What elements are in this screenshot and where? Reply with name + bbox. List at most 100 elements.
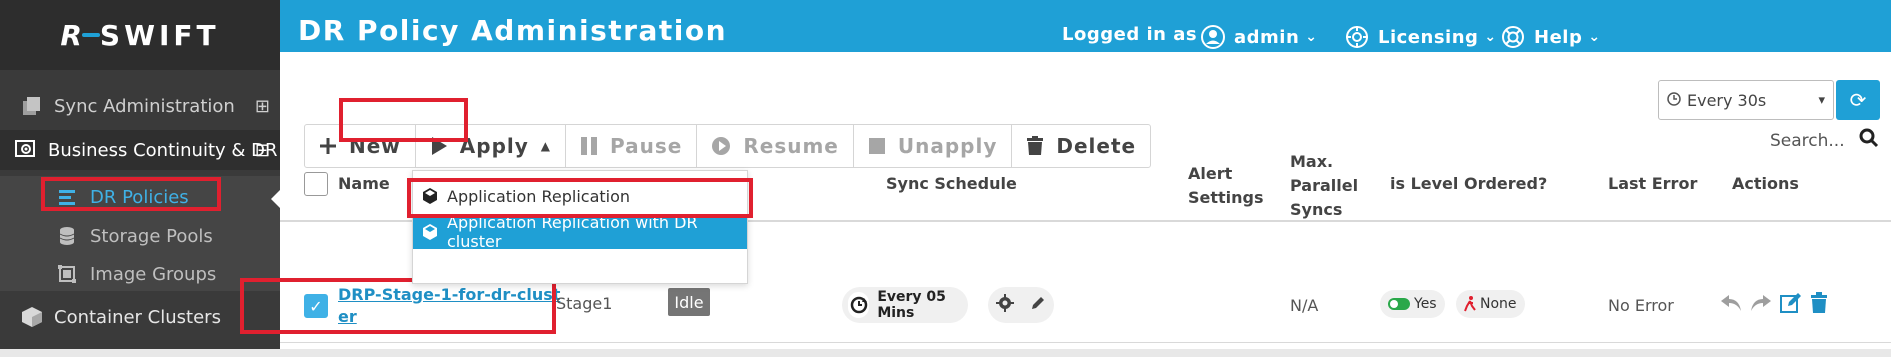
caret-up-icon: ▲ [540,139,552,153]
menu-item-label: Application Replication [447,186,631,206]
sidebar-item-container-clusters[interactable]: Container Clusters [0,297,280,337]
stop-icon [868,137,886,155]
menu-item-application-replication[interactable]: Application Replication [413,179,747,213]
status-badge: Idle [668,288,710,316]
header-line: Syncs [1290,200,1343,219]
database-icon [56,225,78,247]
refresh-interval-value: Every 30s [1687,90,1767,110]
new-label: New [349,134,401,158]
user-name: admin [1234,26,1300,48]
column-header-level-ordered[interactable]: is Level Ordered? [1390,172,1547,196]
policy-stage: Stage1 [556,294,613,313]
pause-button[interactable]: Pause [566,125,698,167]
app-logo-text: SWIFT [99,18,220,52]
sidebar: R SWIFT Sync Administration ⊞ Business C… [0,0,280,349]
header-line: Alert [1188,164,1233,183]
gear-icon[interactable] [996,294,1014,316]
sidebar-item-sync-administration[interactable]: Sync Administration ⊞ [0,86,280,126]
sidebar-item-label: Sync Administration [54,95,235,117]
column-header-last-error[interactable]: Last Error [1608,172,1697,196]
collapse-icon[interactable]: ⊟ [255,140,270,161]
business-continuity-icon [14,138,38,162]
header-line: Parallel [1290,176,1359,195]
menu-item-label: Application Replication with DR cluster [447,213,698,251]
last-error-value: No Error [1608,296,1674,315]
play-icon [430,136,448,156]
apply-label: Apply [459,134,529,158]
header-line: Max. [1290,152,1334,171]
redo-icon[interactable] [1750,294,1772,316]
sidebar-item-storage-pools[interactable]: Storage Pools [56,219,213,253]
policy-name-link[interactable]: DRP-Stage-1-for-dr-clust er [338,284,560,328]
sidebar-item-dr-policies[interactable]: DR Policies [56,180,189,214]
app-logo[interactable]: R SWIFT [0,0,280,70]
plus-icon [319,137,337,155]
header-line: Settings [1188,188,1264,207]
chevron-down-icon: ⌄ [1588,29,1601,45]
level-ordered-value: Yes [1414,296,1437,312]
unapply-button[interactable]: Unapply [854,125,1013,167]
licensing-menu[interactable]: Licensing ⌄ [1344,24,1497,50]
trash-icon[interactable] [1810,292,1828,318]
sync-schedule-icon [848,292,870,318]
search-box[interactable]: Search... [1770,128,1879,153]
play-circle-icon [711,136,731,156]
swift-logo-icon: R [60,18,100,52]
refresh-interval-select[interactable]: Every 30s ▾ [1658,80,1834,120]
policy-name-line: DRP-Stage-1-for-dr-clust [338,285,561,304]
trash-icon [1026,136,1044,156]
max-parallel-syncs-value: N/A [1290,296,1319,315]
column-header-actions: Actions [1732,174,1799,193]
policy-name-line: er [338,307,357,326]
sync-admin-icon [20,94,44,118]
chevron-down-icon: ⌄ [1305,29,1318,45]
sync-schedule-pill: Every 05 Mins [842,287,968,323]
row-checkbox[interactable]: ✓ [304,294,328,318]
column-header-name[interactable]: Name [338,172,390,196]
sidebar-item-image-groups[interactable]: Image Groups [56,257,216,291]
user-menu[interactable]: admin ⌄ [1200,24,1318,50]
cube-icon [423,188,437,204]
row-actions [1720,292,1828,318]
help-menu[interactable]: Help ⌄ [1500,24,1601,50]
delete-button[interactable]: Delete [1012,125,1150,167]
new-button[interactable]: New [305,125,416,167]
header-bar: DR Policy Administration Logged in as ad… [280,0,1891,52]
select-all-checkbox[interactable] [304,172,328,196]
edit-icon[interactable] [1780,292,1802,318]
horizontal-scrollbar[interactable] [0,349,1891,357]
column-header-max-parallel-syncs[interactable]: Max. Parallel Syncs [1290,150,1358,222]
apply-button[interactable]: Apply ▲ [416,125,567,167]
sync-schedule-value: Every 05 Mins [877,289,946,321]
resume-button[interactable]: Resume [697,125,854,167]
alert-settings-pill [988,287,1054,323]
column-header-sync-schedule[interactable]: Sync Schedule [886,172,1017,196]
image-group-icon [56,263,78,285]
level-ordered-badge: Yes [1380,290,1445,318]
sidebar-item-label: Container Clusters [54,306,221,328]
user-icon [1200,24,1226,50]
refresh-button[interactable]: ⟳ [1836,80,1880,120]
running-person-icon [1464,296,1476,312]
logged-in-label: Logged in as [1062,24,1198,45]
search-icon[interactable] [1859,128,1879,153]
chevron-down-icon: ▾ [1818,92,1825,108]
column-header-alert-settings[interactable]: Alert Settings [1188,162,1264,210]
row-divider [280,342,1891,343]
sidebar-item-label: Business Continuity & DR [48,139,278,161]
sidebar-item-business-continuity[interactable]: Business Continuity & DR ⊟ [0,130,280,170]
licensing-icon [1344,24,1370,50]
clock-icon [1667,91,1681,110]
pencil-icon[interactable] [1030,295,1046,315]
menu-item-application-replication-dr-cluster[interactable]: Application Replication with DR cluster [413,213,747,251]
list-icon [56,186,78,208]
sidebar-item-label: Image Groups [90,263,217,285]
toggle-on-icon [1388,298,1410,310]
logged-in-as: Logged in as [1062,24,1197,45]
undo-icon[interactable] [1720,294,1742,316]
page-title: DR Policy Administration [298,14,728,47]
licensing-label: Licensing [1378,26,1479,48]
main-content: Every 30s ▾ ⟳ New Apply ▲ Pause Resume U… [240,52,1891,349]
sidebar-item-label: DR Policies [90,186,189,208]
expand-icon[interactable]: ⊞ [255,96,270,117]
